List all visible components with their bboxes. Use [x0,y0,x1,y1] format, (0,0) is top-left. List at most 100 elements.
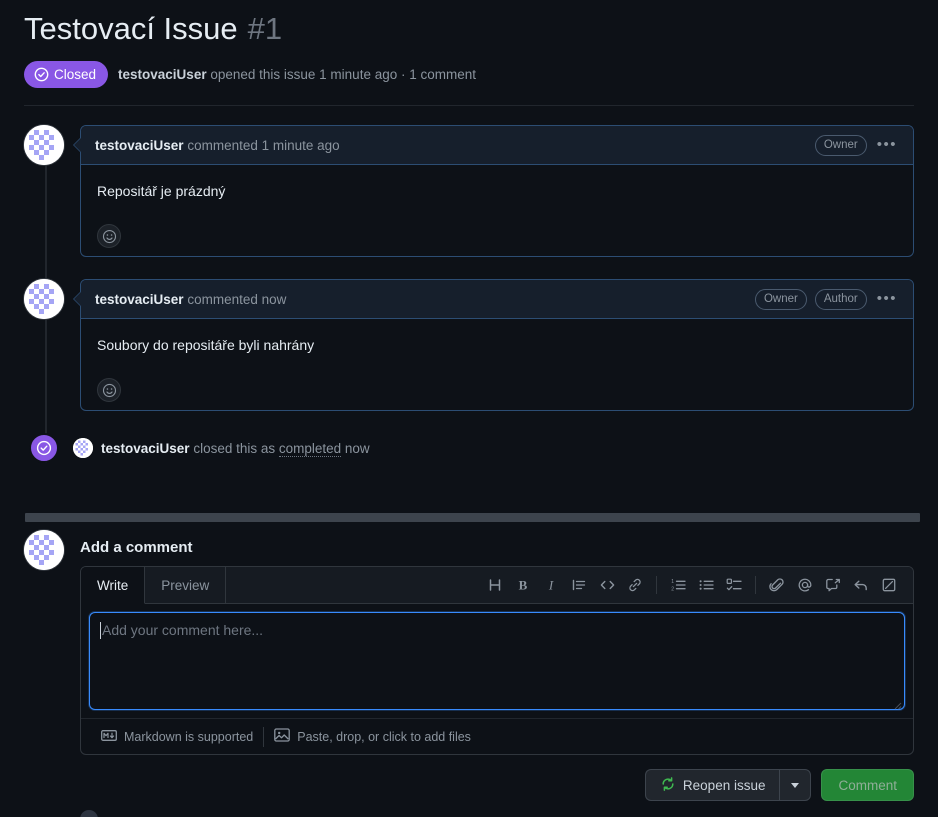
comment-count: 1 comment [409,67,477,82]
quote-icon[interactable] [565,571,593,599]
reopen-issue-label: Reopen issue [682,777,766,793]
timeline: testovaciUser commented 1 minute ago Own… [0,125,938,463]
comment-body: Soubory do repositáře byli nahrány [81,319,913,410]
ordered-list-icon[interactable]: 12 [664,571,692,599]
comment-card: testovaciUser commented now Owner Author… [73,279,914,411]
reopen-button-group: Reopen issue [644,769,812,801]
image-icon [274,728,291,745]
timeline-item: testovaciUser commented now Owner Author… [24,279,914,411]
toolbar-divider [656,576,657,594]
comment-menu-icon[interactable]: ••• [875,137,899,152]
comment-action: commented [183,291,262,307]
timeline-item: testovaciUser commented 1 minute ago Own… [24,125,914,257]
reopen-issue-icon [660,776,676,795]
add-comment-heading: Add a comment [80,539,193,556]
comment-text: Soubory do repositáře byli nahrány [97,337,315,353]
bold-icon[interactable]: B [509,571,537,599]
comment-input-placeholder: Add your comment here... [102,622,264,638]
svg-text:I: I [548,578,554,593]
partial-offscreen-avatar [80,810,98,817]
add-comment-row: Add a comment Write Preview B I 1 2 Add … [24,530,914,801]
attachment-icon[interactable] [763,571,791,599]
page-title: Testovací Issue [24,11,238,46]
tab-preview[interactable]: Preview [145,567,227,603]
mention-icon[interactable] [791,571,819,599]
closed-reason-link[interactable]: completed [278,440,342,457]
markdown-icon [101,729,117,744]
comment-timestamp: 1 minute ago [261,137,340,153]
markdown-editor-icon[interactable] [875,571,903,599]
reply-icon[interactable] [847,571,875,599]
closed-event-text-before: closed this as [189,440,279,456]
smiley-icon[interactable] [97,224,121,248]
add-files-label: Paste, drop, or click to add files [297,729,471,744]
comment-input[interactable]: Add your comment here... [89,612,905,710]
heading-icon[interactable] [481,571,509,599]
comment-actions: Reopen issue Comment [80,769,914,801]
comment-byline: testovaciUser commented now [95,292,755,307]
comment-submit-button[interactable]: Comment [821,769,914,801]
issue-author[interactable]: testovaciUser [118,67,207,82]
add-comment-main: Add a comment Write Preview B I 1 2 Add … [80,530,914,801]
horizontal-scrollbar[interactable] [0,511,938,524]
add-files-note[interactable]: Paste, drop, or click to add files [264,728,481,745]
comment-byline: testovaciUser commented 1 minute ago [95,138,815,153]
status-badge-label: Closed [54,67,97,82]
resize-handle-icon[interactable] [892,697,902,710]
add-comment-section: Add a comment Write Preview B I 1 2 Add … [0,530,938,801]
avatar[interactable] [24,279,64,319]
comment-action: commented [183,137,262,153]
svg-text:2: 2 [671,587,674,593]
comment-editor: Write Preview B I 1 2 Add your comment h… [80,566,914,755]
avatar[interactable] [24,530,64,570]
comment-header: testovaciUser commented 1 minute ago Own… [81,126,913,165]
issue-number: #1 [247,11,283,46]
comment-header-actions: Owner ••• [814,134,899,156]
task-list-icon[interactable] [720,571,748,599]
issue-header: Testovací Issue #1 Closed testovaciUser … [0,0,938,88]
tab-spacer [226,567,481,603]
issue-closed-icon [34,67,49,82]
issue-meta-text: testovaciUser opened this issue 1 minute… [118,67,476,82]
comment-author[interactable]: testovaciUser [95,138,184,153]
issue-action-text: opened this issue [206,67,320,82]
reopen-issue-button[interactable]: Reopen issue [644,769,780,801]
reference-icon[interactable] [819,571,847,599]
tab-write[interactable]: Write [81,567,146,604]
comment-header: testovaciUser commented now Owner Author… [81,280,913,319]
comment-header-actions: Owner Author ••• [754,288,899,310]
toolbar-divider [755,576,756,594]
markdown-supported-label: Markdown is supported [124,729,254,744]
issue-meta-row: Closed testovaciUser opened this issue 1… [24,61,914,88]
code-icon[interactable] [593,571,621,599]
comment-timestamp: now [261,291,287,307]
issue-title-row: Testovací Issue #1 [24,8,914,50]
text-caret [100,622,101,639]
scrollbar-thumb[interactable] [25,513,920,522]
reopen-dropdown-button[interactable] [779,769,812,801]
unordered-list-icon[interactable] [692,571,720,599]
markdown-toolbar: B I 1 2 [481,567,913,603]
closed-event-text: testovaciUser closed this as completed n… [101,440,370,457]
italic-icon[interactable]: I [537,571,565,599]
markdown-supported-note[interactable]: Markdown is supported [91,730,263,744]
issue-closed-icon [29,433,59,463]
comment-text: Repositář je prázdný [97,183,226,199]
smiley-icon[interactable] [97,378,121,402]
role-badge-owner: Owner [814,134,867,156]
header-divider [24,105,914,106]
comment-author[interactable]: testovaciUser [95,292,184,307]
avatar[interactable] [24,125,64,165]
editor-tabs: Write Preview B I 1 2 [81,567,913,604]
avatar[interactable] [73,438,93,458]
role-badge-author: Author [814,288,867,310]
chevron-down-icon [791,782,800,788]
link-icon[interactable] [621,571,649,599]
closed-event-time: now [341,440,370,456]
svg-text:1: 1 [671,579,674,585]
closed-event-actor[interactable]: testovaciUser [101,441,190,456]
comment-body: Repositář je prázdný [81,165,913,256]
editor-footer: Markdown is supported Paste, drop, or cl… [81,718,913,754]
svg-text:B: B [519,578,528,593]
comment-menu-icon[interactable]: ••• [875,291,899,306]
